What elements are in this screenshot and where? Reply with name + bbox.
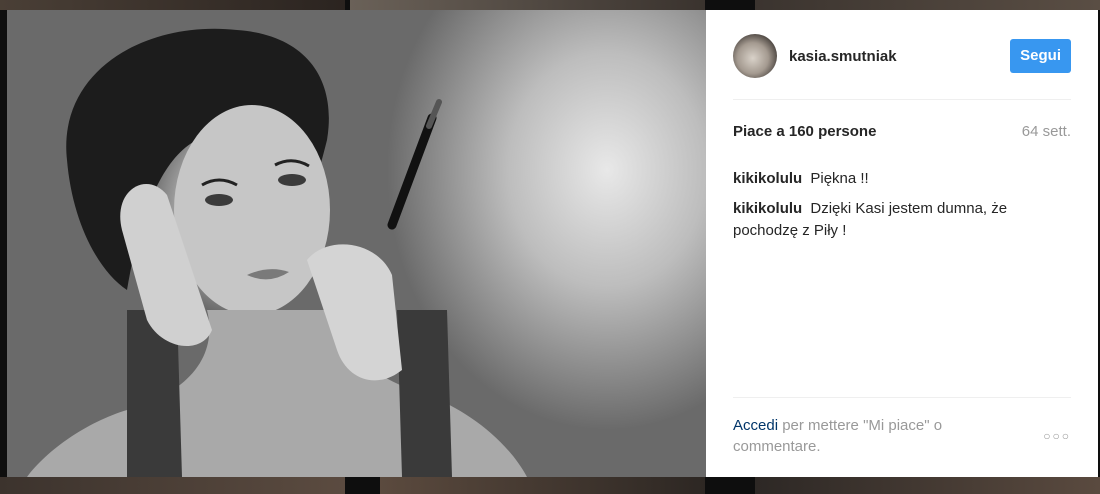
post-photo[interactable] — [7, 10, 706, 477]
username-link[interactable]: kasia.smutniak — [789, 48, 1010, 65]
likes-count[interactable]: Piace a 160 persone — [733, 123, 876, 140]
background-thumbnail — [380, 477, 705, 494]
post-footer: Accedi per mettere "Mi piace" o commenta… — [733, 415, 1071, 457]
avatar[interactable] — [733, 34, 777, 78]
follow-button[interactable]: Segui — [1010, 39, 1071, 73]
portrait-illustration — [27, 28, 527, 477]
background-thumbnail — [755, 0, 1100, 10]
login-prompt: Accedi per mettere "Mi piace" o commenta… — [733, 415, 993, 457]
comment-text: Piękna !! — [810, 170, 869, 187]
post-header: kasia.smutniak Segui — [733, 33, 1071, 79]
ellipsis-icon[interactable]: ○○○ — [1043, 429, 1071, 443]
background-thumbnail — [350, 0, 705, 10]
post-timestamp[interactable]: 64 sett. — [1022, 123, 1071, 140]
post-modal: kasia.smutniak Segui Piace a 160 persone… — [7, 10, 1098, 477]
likes-row: Piace a 160 persone 64 sett. — [733, 123, 1071, 140]
comment-author[interactable]: kikikolulu — [733, 170, 802, 187]
login-link[interactable]: Accedi — [733, 417, 778, 434]
background-thumbnail — [0, 477, 345, 494]
background-thumbnail — [0, 0, 345, 10]
comment-author[interactable]: kikikolulu — [733, 200, 802, 217]
background-thumbnail — [755, 477, 1100, 494]
comment: kikikolulu Piękna !! — [733, 168, 1071, 190]
comments-list: kikikolulu Piękna !! kikikolulu Dzięki K… — [733, 168, 1071, 250]
comment: kikikolulu Dzięki Kasi jestem dumna, że … — [733, 198, 1071, 242]
post-details-panel: kasia.smutniak Segui Piace a 160 persone… — [706, 10, 1098, 477]
divider — [733, 397, 1071, 398]
divider — [733, 99, 1071, 100]
